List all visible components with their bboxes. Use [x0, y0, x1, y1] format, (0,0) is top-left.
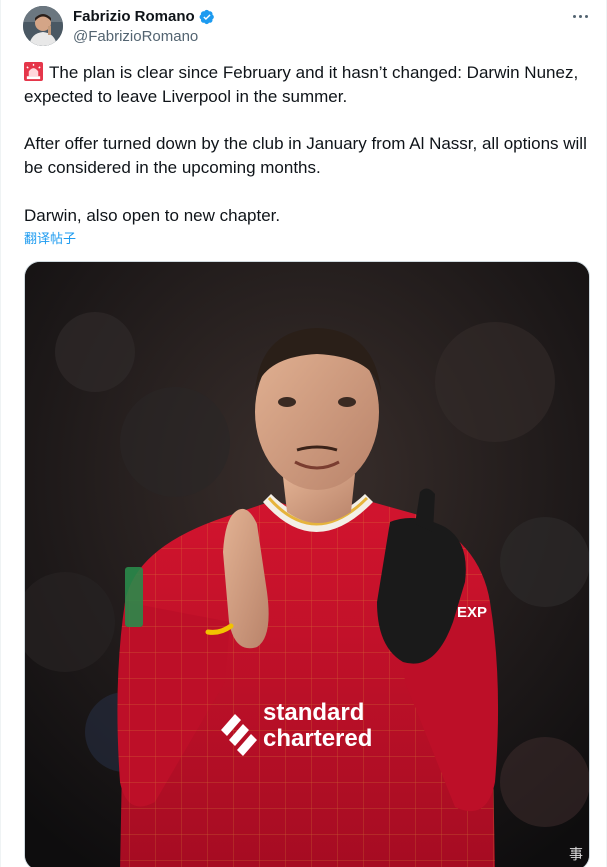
more-options-icon[interactable]: [567, 6, 593, 26]
verified-badge-icon: [199, 9, 214, 25]
author-handle[interactable]: @FabrizioRomano: [73, 28, 198, 46]
author-display-name[interactable]: Fabrizio Romano: [73, 8, 195, 26]
avatar[interactable]: [23, 6, 63, 46]
tweet-photo[interactable]: standard chartered EXP 事: [24, 261, 590, 867]
translate-post-link[interactable]: 翻译帖子: [24, 231, 76, 247]
tweet-card: Fabrizio Romano @FabrizioRomano The plan…: [0, 0, 607, 867]
watermark-text: 事: [569, 846, 583, 862]
player-photo-image: standard chartered EXP: [25, 262, 589, 867]
siren-icon: [24, 62, 43, 81]
tweet-text-paragraph-1: The plan is clear since February and it …: [24, 61, 594, 109]
tweet-text-paragraph-3: Darwin, also open to new chapter.: [24, 206, 281, 225]
sleeve-text: EXP: [457, 604, 487, 621]
sponsor-line-2: chartered: [263, 725, 372, 752]
tweet-text-line-1: The plan is clear since February and it …: [24, 63, 579, 106]
sponsor-line-1: standard: [263, 699, 364, 726]
user-avatar-icon: [23, 6, 63, 46]
tweet-text-paragraph-2: After offer turned down by the club in J…: [24, 134, 587, 177]
author-name-row: Fabrizio Romano: [73, 8, 215, 26]
